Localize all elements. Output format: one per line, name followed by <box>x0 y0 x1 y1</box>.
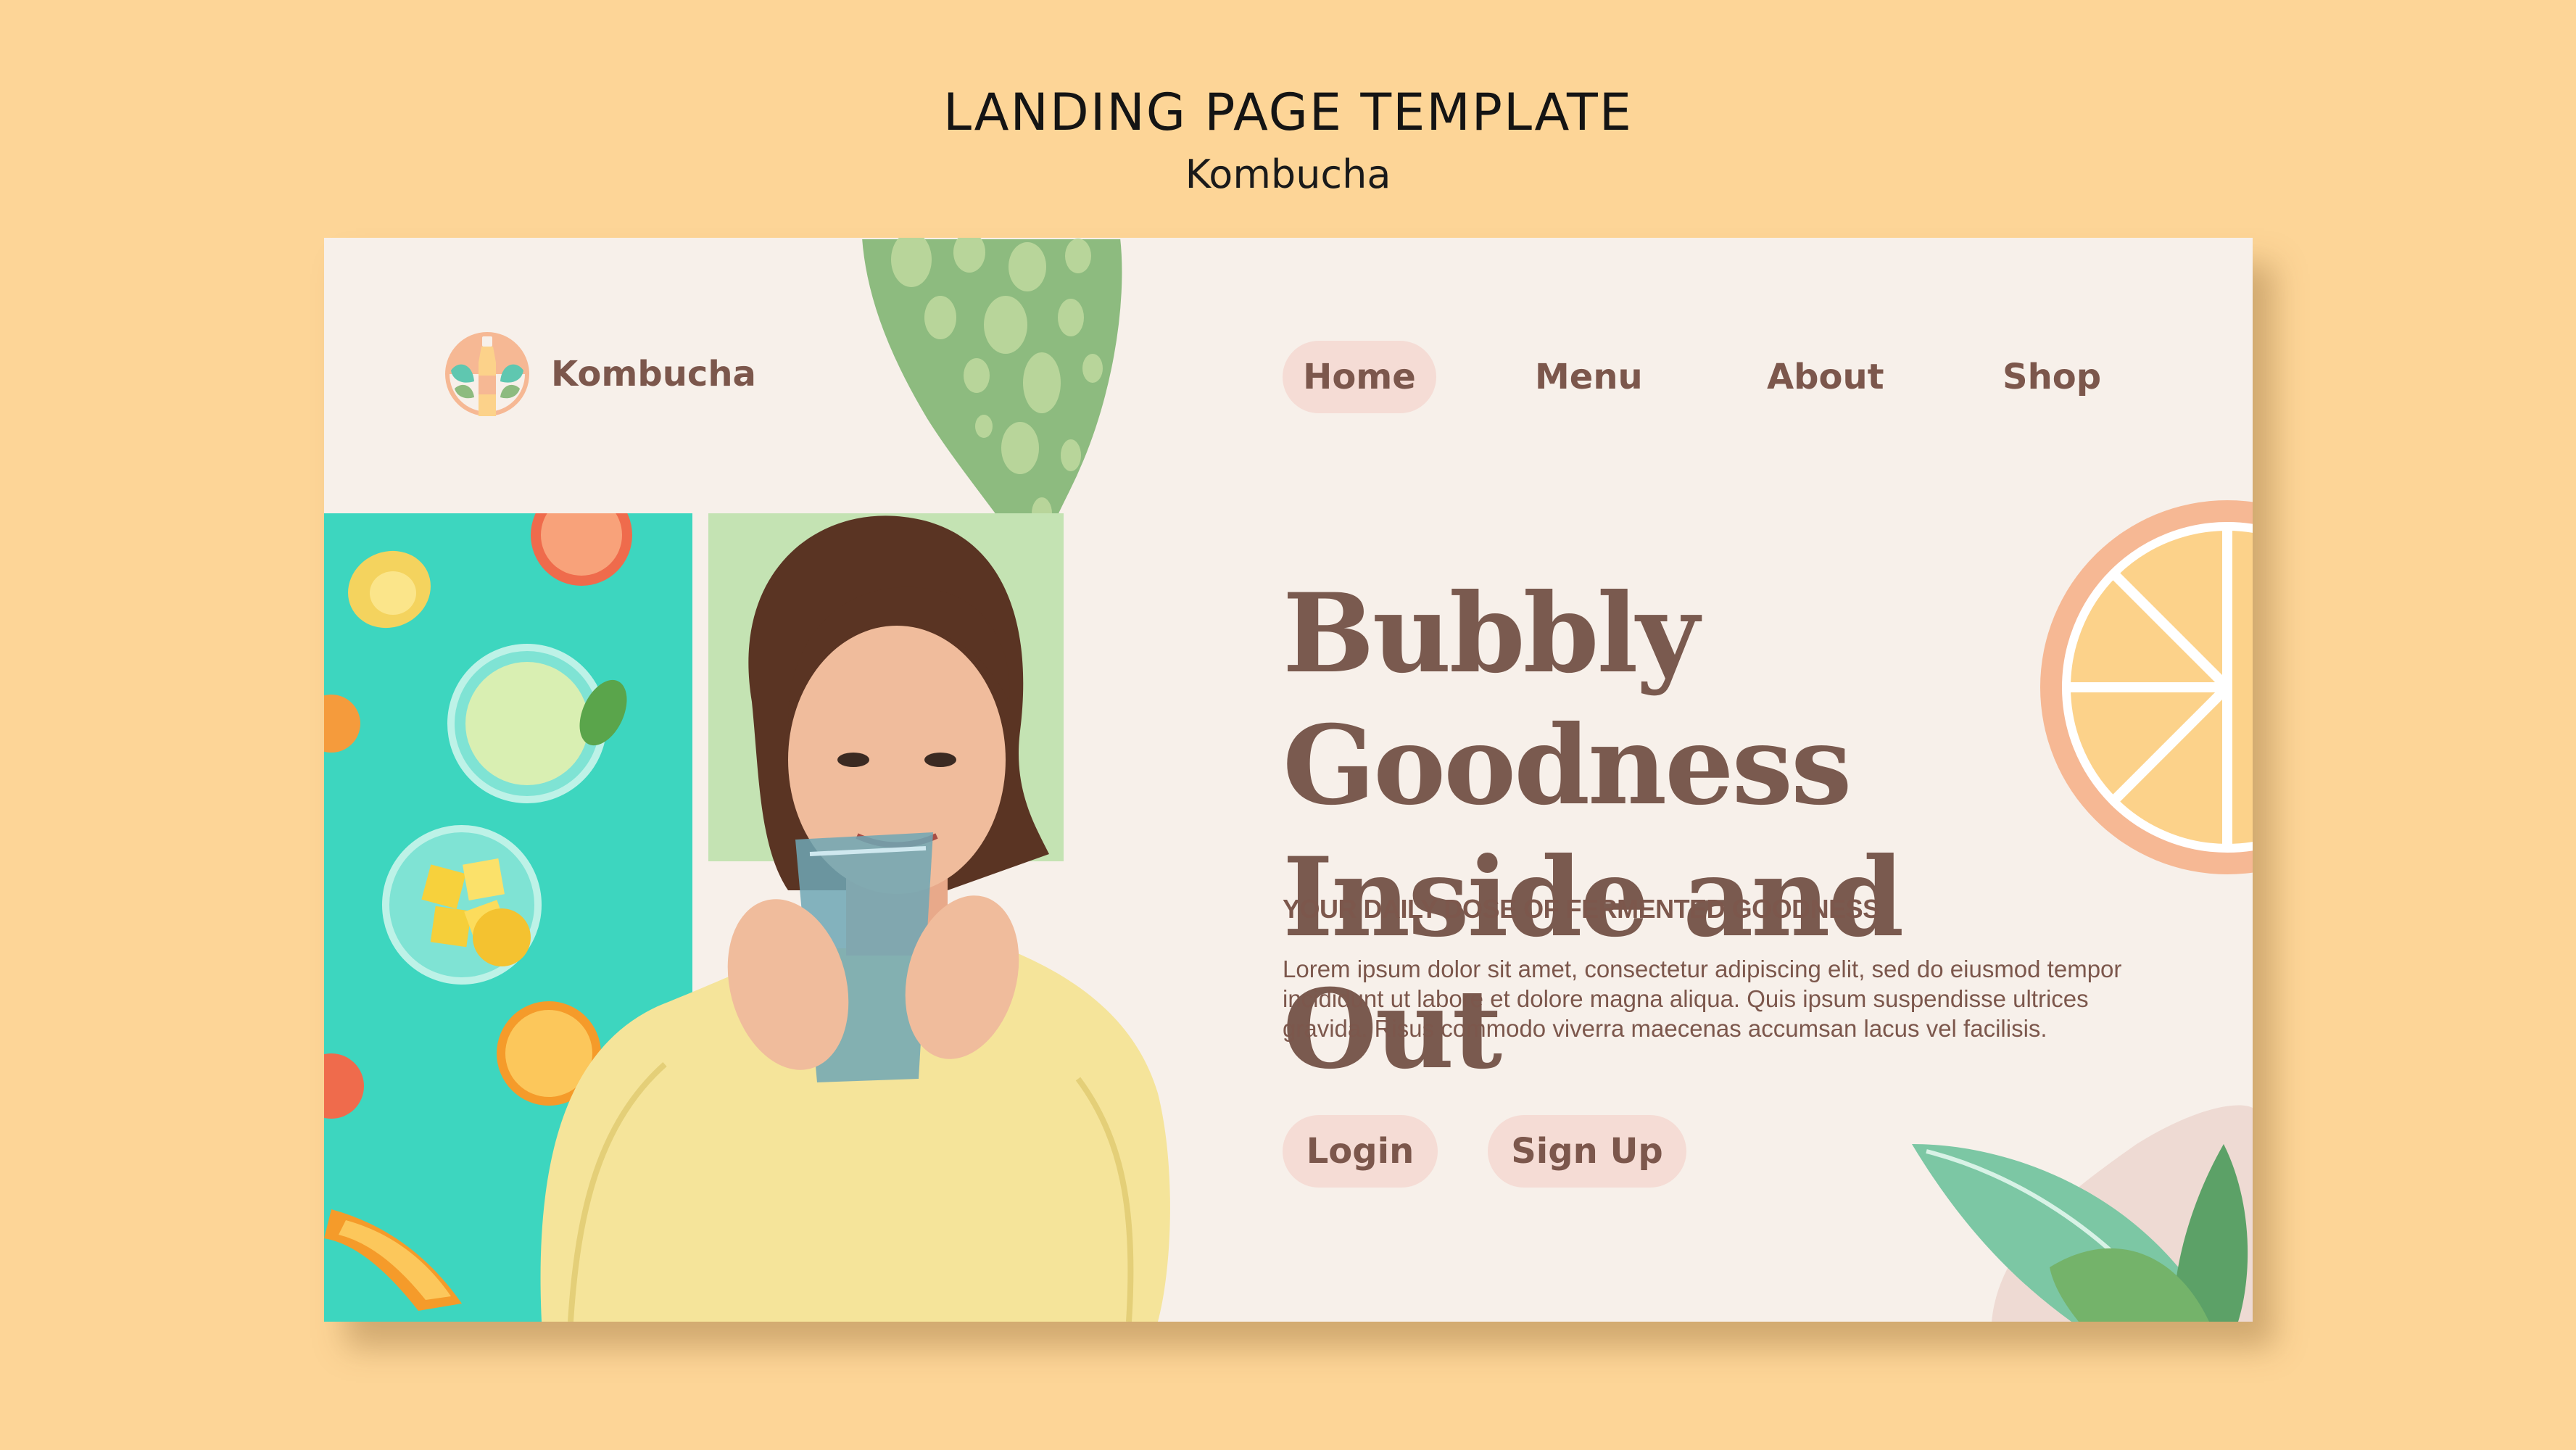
brand-logo[interactable]: Kombucha <box>444 331 756 418</box>
nav-about[interactable]: About <box>1767 341 1884 413</box>
hero-image-kombucha <box>324 513 1170 1322</box>
headline-line-1: Bubbly Goodness <box>1283 570 1852 829</box>
signup-button[interactable]: Sign Up <box>1488 1115 1686 1188</box>
brand-name: Kombucha <box>551 354 756 394</box>
landing-page-mockup: Kombucha Home Menu About Shop Bubbly Goo… <box>324 238 2253 1322</box>
hero-body-text: Lorem ipsum dolor sit amet, consectetur … <box>1283 956 2122 1042</box>
nav-menu[interactable]: Menu <box>1535 341 1643 413</box>
page-header: LANDING PAGE TEMPLATE Kombucha <box>0 80 2576 200</box>
orange-slice-decoration <box>2040 500 2253 874</box>
kombucha-bottle-logo-icon <box>445 332 529 416</box>
page-subtitle: Kombucha <box>1185 152 1391 197</box>
page-title: LANDING PAGE TEMPLATE <box>943 83 1633 142</box>
hero-tagline: YOUR DAILY DOSE OF FERMENTED GOODNESS <box>1283 894 1880 924</box>
nav-home[interactable]: Home <box>1283 341 1436 413</box>
login-button[interactable]: Login <box>1283 1115 1438 1188</box>
leaves-decoration <box>1912 1105 2253 1322</box>
nav-shop[interactable]: Shop <box>2003 341 2101 413</box>
